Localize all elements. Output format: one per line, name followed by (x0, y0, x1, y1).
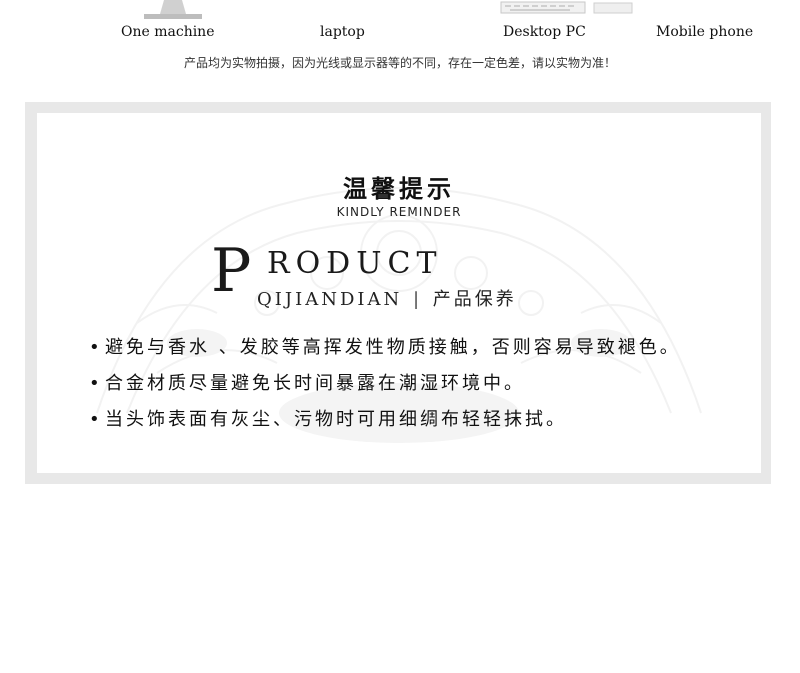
brand-line: QIJIANDIAN | 产品保养 (257, 285, 517, 311)
desktop-keyboard-icon (500, 1, 586, 14)
care-tips-list: • 避免与香水 、发胶等高挥发性物质接触，否则容易导致褪色。 • 合金材质尽量避免长… (89, 335, 681, 443)
care-tip-item: • 合金材质尽量避免长时间暴露在潮湿环境中。 (89, 371, 681, 407)
device-label-mobile-phone: Mobile phone (656, 24, 754, 40)
all-in-one-monitor-stand-icon (144, 0, 202, 19)
device-label-desktop-pc: Desktop PC (503, 24, 586, 40)
bullet-dot: • (89, 337, 103, 358)
reminder-card: 温馨提示 KINDLY REMINDER P RODUCT QIJIANDIAN… (37, 113, 761, 473)
care-tip-text: 合金材质尽量避免长时间暴露在潮湿环境中。 (105, 373, 525, 394)
color-disclaimer: 产品均为实物拍摄，因为光线或显示器等的不同，存在一定色差，请以实物为准！ (183, 56, 616, 70)
device-label-laptop: laptop (320, 24, 365, 40)
bullet-dot: • (89, 373, 103, 394)
device-label-one-machine: One machine (121, 24, 215, 40)
care-tip-item: • 避免与香水 、发胶等高挥发性物质接触，否则容易导致褪色。 (89, 335, 681, 371)
brand-name: QIJIANDIAN (257, 289, 403, 310)
care-tip-text: 避免与香水 、发胶等高挥发性物质接触，否则容易导致褪色。 (105, 337, 681, 358)
bullet-dot: • (89, 409, 103, 430)
reminder-title-en: KINDLY REMINDER (336, 205, 462, 219)
product-initial-letter: P (211, 236, 252, 306)
desktop-mouse-icon (593, 2, 633, 14)
reminder-title-cn: 温馨提示 (343, 175, 455, 203)
device-comparison-strip: One machine laptop Desktop PC Mobile pho… (0, 0, 800, 48)
brand-separator: | (412, 289, 423, 310)
product-heading: RODUCT (267, 246, 443, 281)
care-heading-cn: 产品保养 (432, 289, 517, 310)
care-tip-text: 当头饰表面有灰尘、污物时可用细绸布轻轻抹拭。 (105, 409, 567, 430)
care-tip-item: • 当头饰表面有灰尘、污物时可用细绸布轻轻抹拭。 (89, 407, 681, 443)
